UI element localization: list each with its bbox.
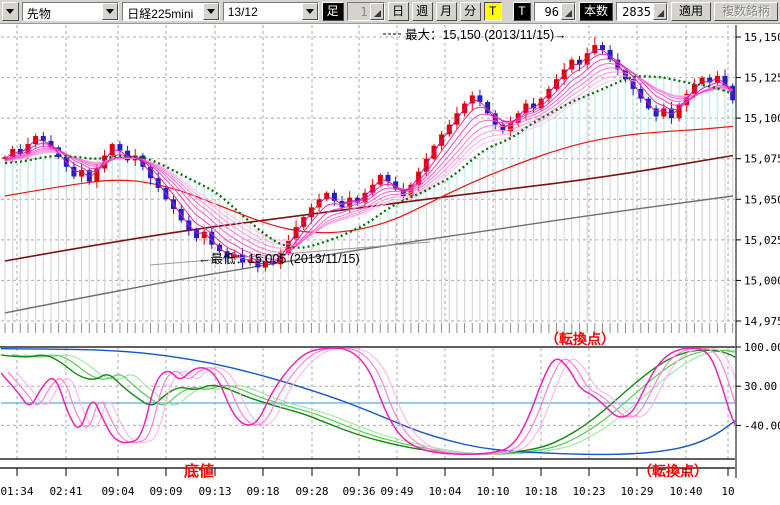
price-axis-label: 15,100 [744, 112, 780, 125]
spinner-icon[interactable] [370, 3, 384, 20]
price-axis-label: 15,075 [744, 153, 780, 166]
time-axis-label: 09:49 [380, 485, 413, 498]
trading-chart-app: { "toolbar": { "left_dropdown": "", "cat… [0, 0, 780, 500]
bar-count-stepper[interactable]: 2835 [616, 2, 668, 21]
timeframe-tick-button[interactable]: T [484, 2, 502, 21]
chevron-down-icon[interactable] [302, 3, 318, 20]
time-axis-label: 10:10 [476, 485, 509, 498]
contract-month-value: 13/12 [224, 3, 302, 20]
time-axis-label: 02:41 [49, 485, 82, 498]
chevron-down-icon [6, 9, 14, 14]
chart-area[interactable]: 15,150 15,125 15,100 15,075 15,050 15,025 15,0… [0, 24, 780, 500]
spinner-icon[interactable] [561, 3, 575, 20]
bottom-value-annotation: 底値 [184, 462, 214, 480]
spinner-icon[interactable] [653, 3, 667, 20]
ashi-label: 足 [322, 2, 344, 21]
price-axis-label: 14,975 [744, 315, 780, 328]
min-price-annotation: ←最低：15,005 (2013/11/15) [198, 252, 360, 266]
price-axis-label: 15,150 [744, 31, 780, 44]
toolbar-dropdown-button[interactable] [2, 2, 19, 21]
max-price-annotation: 最大：15,150 (2013/11/15)→ [405, 28, 567, 42]
price-axis-label: 15,000 [744, 274, 780, 287]
category-select[interactable]: 先物 [22, 2, 119, 21]
chevron-down-icon[interactable] [102, 3, 118, 20]
price-axis-label: 15,025 [744, 234, 780, 247]
symbol-select[interactable]: 日経225mini [122, 2, 219, 21]
timeframe-month-button[interactable]: 月 [436, 2, 457, 21]
time-axis-label: 09:28 [295, 485, 328, 498]
tick-size-stepper[interactable]: 96 [534, 2, 576, 21]
turning-point-annotation-top: （転換点） [545, 331, 615, 347]
time-axis-label: 01:34 [0, 485, 33, 498]
oscillator-axis-label: -40.00 [744, 419, 780, 432]
chevron-down-icon[interactable] [203, 3, 219, 20]
time-axis-label: 10:29 [620, 485, 653, 498]
time-axis-label: 10:18 [524, 485, 557, 498]
turning-point-annotation-bottom: （転換点） [638, 463, 708, 479]
chart-canvas[interactable]: 15,150 15,125 15,100 15,075 15,050 15,025 15,0… [0, 24, 780, 500]
time-axis-label: 09:13 [198, 485, 231, 498]
multi-symbol-button: 複数銘柄 [714, 2, 778, 21]
oscillator-axis-label: 30.00 [744, 380, 777, 393]
bar-count-label: 本数 [579, 2, 613, 21]
time-axis-label: 09:04 [101, 485, 134, 498]
oscillator-axis-label: 100.00 [744, 341, 780, 354]
time-axis-label: 10:23 [572, 485, 605, 498]
tick-size-value: 96 [535, 3, 561, 20]
timeframe-minute-button[interactable]: 分 [460, 2, 481, 21]
price-axis-label: 15,125 [744, 72, 780, 85]
category-select-value: 先物 [23, 3, 102, 20]
time-axis-label: 09:36 [342, 485, 375, 498]
symbol-select-value: 日経225mini [123, 3, 202, 20]
contract-month-select[interactable]: 13/12 [223, 2, 319, 21]
price-axis-label: 15,050 [744, 193, 780, 206]
timeframe-day-button[interactable]: 日 [388, 2, 409, 21]
time-axis-label: 09:09 [149, 485, 182, 498]
time-axis-label: 10:04 [428, 485, 461, 498]
timeframe-week-button[interactable]: 週 [412, 2, 433, 21]
bar-count-value: 2835 [617, 3, 653, 20]
tick-label: T [513, 2, 531, 21]
time-axis-label: 10 [721, 485, 734, 498]
apply-button[interactable]: 適用 [671, 2, 711, 21]
interval-value: 1 [348, 3, 370, 20]
toolbar: 先物 日経225mini 13/12 足 1 日 週 月 分 T T 96 本数… [0, 0, 780, 24]
time-axis-label: 09:18 [246, 485, 279, 498]
time-axis-label: 10:40 [669, 485, 702, 498]
interval-stepper[interactable]: 1 [347, 2, 385, 21]
